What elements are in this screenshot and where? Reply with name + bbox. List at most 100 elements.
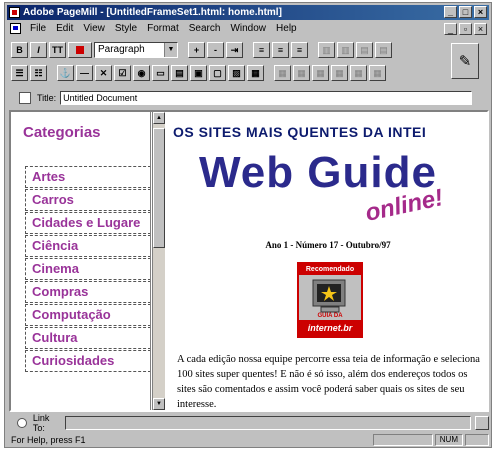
color-swatch-icon (76, 46, 84, 54)
category-link[interactable]: Computação (25, 304, 150, 326)
maximize-button[interactable]: □ (459, 6, 472, 18)
close-button[interactable]: × (474, 6, 487, 18)
seal-bottom-label: internet.br (299, 320, 361, 336)
table-icon[interactable]: ▦ (247, 65, 264, 81)
indent-icon[interactable]: ⇥ (226, 42, 243, 58)
menu-search[interactable]: Search (184, 23, 226, 34)
link-input[interactable] (65, 416, 472, 430)
scroll-up-arrow-icon[interactable]: ▲ (153, 112, 165, 124)
menu-help[interactable]: Help (271, 23, 302, 34)
frame-split-top-icon[interactable]: ▤ (356, 42, 373, 58)
headline: OS SITES MAIS QUENTES DA INTEI (173, 124, 427, 140)
computer-star-icon (312, 279, 346, 313)
title-field-bar: Title: Untitled Document (7, 89, 489, 107)
doc-close-button[interactable]: × (474, 23, 487, 35)
menu-style[interactable]: Style (110, 23, 142, 34)
page-icon (19, 92, 31, 104)
checkbox-icon[interactable]: ☑ (114, 65, 131, 81)
title-bar[interactable]: Adobe PageMill - [UntitledFrameSet1.html… (7, 5, 489, 20)
font-size-up-button[interactable]: + (188, 42, 205, 58)
document-area: Categorias Artes Carros Cidades e Lugare… (9, 110, 489, 412)
text-area-icon[interactable]: ▤ (171, 65, 188, 81)
status-panel-empty (465, 434, 489, 446)
text-color-button[interactable] (68, 42, 92, 58)
category-link[interactable]: Cultura (25, 327, 150, 349)
status-panel-empty (372, 434, 433, 446)
menu-edit[interactable]: Edit (51, 23, 78, 34)
table-split-icon[interactable]: ▦ (369, 65, 386, 81)
align-left-icon[interactable]: ≡ (253, 42, 270, 58)
field-icon[interactable]: ✕ (95, 65, 112, 81)
insert-toolbar: ☰ ☷ ⚓ — ✕ ☑ ◉ ▭ ▤ ▣ ▢ ▨ ▦ ▦ ▦ ▦ ▦ ▦ ▦ (7, 62, 489, 84)
image-icon[interactable]: ▨ (228, 65, 245, 81)
title-label: Title: (37, 93, 57, 103)
paragraph-style-value: Paragraph (98, 44, 145, 55)
seal-top-label: Recomendado (299, 264, 361, 275)
paragraph-style-select[interactable]: Paragraph ▼ (94, 42, 178, 58)
link-bar: Link To: (9, 413, 489, 433)
numbered-list-icon[interactable]: ☷ (30, 65, 47, 81)
table-insert-col-icon[interactable]: ▦ (293, 65, 310, 81)
font-size-down-button[interactable]: - (207, 42, 224, 58)
radio-icon[interactable]: ◉ (133, 65, 150, 81)
recommended-seal[interactable]: Recomendado GUIA DA internet.br (297, 262, 363, 338)
horizontal-rule-icon[interactable]: — (76, 65, 93, 81)
issue-line: Ano 1 - Número 17 - Outubro/97 (265, 240, 391, 250)
link-icon (17, 418, 27, 428)
page-edit-icon: ✎ (458, 53, 472, 70)
category-link[interactable]: Cinema (25, 258, 150, 280)
home-frame: OS SITES MAIS QUENTES DA INTEI Web Guide… (167, 112, 487, 410)
categories-frame: Categorias Artes Carros Cidades e Lugare… (11, 112, 151, 410)
intro-paragraph: A cada edição nossa equipe percorre essa… (177, 354, 480, 410)
scroll-down-arrow-icon[interactable]: ▼ (153, 398, 165, 410)
format-toolbar: B I TT Paragraph ▼ + - ⇥ ≡ ≡ ≡ ▥ ▥ ▤ ▤ (7, 39, 489, 61)
table-delete-col-icon[interactable]: ▦ (331, 65, 348, 81)
category-link[interactable]: Artes (25, 166, 150, 188)
doc-restore-button[interactable]: ▫ (459, 23, 472, 35)
frame-split-right-icon[interactable]: ▥ (337, 42, 354, 58)
title-input[interactable]: Untitled Document (60, 91, 473, 105)
status-bar: For Help, press F1 NUM (7, 433, 491, 447)
teletype-button[interactable]: TT (49, 42, 66, 58)
num-lock-indicator: NUM (434, 434, 463, 446)
menu-file[interactable]: File (25, 23, 51, 34)
document-icon[interactable] (10, 23, 21, 34)
preview-mode-button[interactable]: ✎ (451, 43, 479, 79)
chevron-down-icon: ▼ (164, 43, 177, 57)
app-window: Adobe PageMill - [UntitledFrameSet1.html… (4, 2, 492, 448)
seal-small-label: GUIA DA (317, 313, 343, 319)
scrollbar-thumb[interactable] (153, 128, 165, 248)
frame-split-left-icon[interactable]: ▥ (318, 42, 335, 58)
web-guide-logo: Web Guide (199, 148, 437, 197)
list-icon[interactable]: ☰ (11, 65, 28, 81)
menu-view[interactable]: View (78, 23, 110, 34)
menu-format[interactable]: Format (142, 23, 184, 34)
category-link[interactable]: Carros (25, 189, 150, 211)
bold-button[interactable]: B (11, 42, 28, 58)
link-browse-button[interactable] (475, 416, 489, 430)
categories-heading: Categorias (23, 124, 101, 141)
category-link[interactable]: Curiosidades (25, 350, 150, 372)
popup-icon[interactable]: ▣ (190, 65, 207, 81)
category-link[interactable]: Compras (25, 281, 150, 303)
menu-window[interactable]: Window (225, 23, 271, 34)
status-message: For Help, press F1 (11, 435, 86, 445)
italic-button[interactable]: I (30, 42, 47, 58)
pagemill-app-icon[interactable] (9, 7, 20, 18)
button-icon[interactable]: ▢ (209, 65, 226, 81)
table-delete-row-icon[interactable]: ▦ (312, 65, 329, 81)
doc-minimize-button[interactable]: _ (444, 23, 457, 35)
category-list: Artes Carros Cidades e Lugare Ciência Ci… (25, 166, 150, 373)
category-link[interactable]: Cidades e Lugare (25, 212, 150, 234)
align-right-icon[interactable]: ≡ (291, 42, 308, 58)
anchor-icon[interactable]: ⚓ (57, 65, 74, 81)
align-center-icon[interactable]: ≡ (272, 42, 289, 58)
table-insert-row-icon[interactable]: ▦ (274, 65, 291, 81)
window-title: Adobe PageMill - [UntitledFrameSet1.html… (23, 7, 282, 18)
minimize-button[interactable]: _ (444, 6, 457, 18)
table-merge-icon[interactable]: ▦ (350, 65, 367, 81)
category-link[interactable]: Ciência (25, 235, 150, 257)
categories-scrollbar[interactable]: ▲ ▼ (152, 112, 165, 410)
text-field-icon[interactable]: ▭ (152, 65, 169, 81)
frame-split-bottom-icon[interactable]: ▤ (375, 42, 392, 58)
